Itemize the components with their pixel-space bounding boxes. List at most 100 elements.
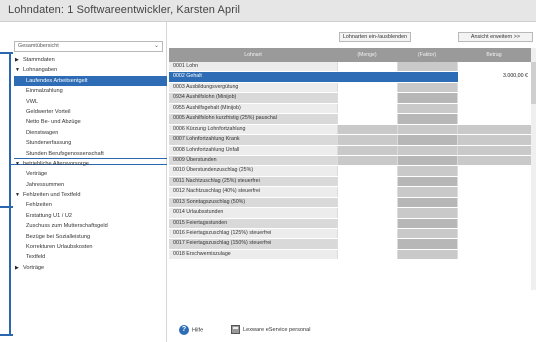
cell-menge[interactable] <box>337 197 397 208</box>
cell-faktor[interactable] <box>397 135 457 145</box>
tree-item[interactable]: Verträge <box>14 169 167 179</box>
cell-betrag[interactable] <box>457 93 531 103</box>
caret-down-icon[interactable]: ▼ <box>15 65 23 75</box>
table-row[interactable]: 0016 Feiertagszuschlag (125%) steuerfrei <box>169 229 536 240</box>
cell-faktor[interactable] <box>397 229 457 239</box>
tree-item[interactable]: Geldwerter Vorteil <box>14 107 167 117</box>
cell-betrag[interactable] <box>457 62 531 72</box>
cell-menge[interactable] <box>337 166 397 176</box>
tree-item[interactable]: Textfeld <box>14 252 167 262</box>
cell-lohnart[interactable]: 0012 Nachtzuschlag (40%) steuerfrei <box>169 187 337 197</box>
cell-betrag[interactable] <box>457 208 531 218</box>
cell-lohnart[interactable]: 0013 Sonntagszuschlag (50%) <box>169 197 337 208</box>
cell-lohnart[interactable]: 0011 Nachtzuschlag (25%) steuerfrei <box>169 176 337 187</box>
tree-item[interactable]: Netto Be- und Abzüge <box>14 117 167 127</box>
tree-item[interactable]: VWL <box>14 97 167 107</box>
cell-betrag[interactable] <box>457 166 531 176</box>
cell-menge[interactable] <box>337 114 397 124</box>
cell-menge[interactable] <box>337 82 397 93</box>
cell-betrag[interactable] <box>457 176 531 187</box>
table-row[interactable]: 0007 Lohnfortzahlung Krank <box>169 135 536 146</box>
cell-betrag[interactable] <box>457 124 531 135</box>
tree-item[interactable]: Einmalzahlung <box>14 86 167 96</box>
cell-faktor[interactable] <box>397 176 457 187</box>
table-row[interactable]: 0013 Sonntagszuschlag (50%) <box>169 197 536 209</box>
cell-menge[interactable] <box>337 187 397 197</box>
tree-category[interactable]: ▼ Fehlzeiten und Textfeld <box>14 190 167 200</box>
column-header-lohnart[interactable]: Lohnart <box>169 48 337 62</box>
cell-betrag[interactable]: 3.000,00 € <box>457 72 531 82</box>
table-row[interactable]: 0018 Erschwerniszulage <box>169 249 536 261</box>
cell-lohnart[interactable]: 0015 Feiertagsstunden <box>169 218 337 228</box>
cell-betrag[interactable] <box>457 187 531 197</box>
table-row[interactable]: 0006 Kürzung Lohnfortzahlung <box>169 124 536 136</box>
column-header-menge[interactable]: (Menge) <box>337 48 397 62</box>
table-row[interactable]: 0002 Gehalt 3.000,00 € <box>169 72 536 83</box>
column-header-betrag[interactable]: Betrag <box>457 48 531 62</box>
cell-betrag[interactable] <box>457 145 531 155</box>
cell-menge[interactable] <box>337 208 397 218</box>
column-header-faktor[interactable]: (Faktor) <box>397 48 457 62</box>
tree-item[interactable]: Zuschuss zum Mutterschaftsgeld <box>14 221 167 231</box>
cell-lohnart[interactable]: 0018 Erschwerniszulage <box>169 249 337 260</box>
cell-faktor[interactable] <box>397 197 457 208</box>
cell-lohnart[interactable]: 0955 Aushilfsgehalt (Minijob) <box>169 103 337 114</box>
cell-betrag[interactable] <box>457 135 531 145</box>
cell-lohnart[interactable]: 0005 Aushilfslohn kurzfristig (25%) paus… <box>169 114 337 124</box>
tree-item[interactable]: Stundenerfassung <box>14 138 167 148</box>
table-row[interactable]: 0015 Feiertagsstunden <box>169 218 536 229</box>
cell-lohnart[interactable]: 0003 Ausbildungsvergütung <box>169 82 337 93</box>
cell-faktor[interactable] <box>397 62 457 72</box>
cell-lohnart[interactable]: 0008 Lohnfortzahlung Unfall <box>169 145 337 155</box>
cell-lohnart[interactable]: 0001 Lohn <box>169 62 337 72</box>
table-row[interactable]: 0012 Nachtzuschlag (40%) steuerfrei <box>169 187 536 198</box>
table-row[interactable]: 0003 Ausbildungsvergütung <box>169 82 536 94</box>
tree-item[interactable]: Bezüge bei Sozialleistung <box>14 232 167 242</box>
cell-menge[interactable] <box>337 249 397 260</box>
cell-faktor[interactable] <box>397 103 457 114</box>
cell-menge[interactable] <box>337 135 397 145</box>
cell-faktor[interactable] <box>397 166 457 176</box>
table-row[interactable]: 0001 Lohn <box>169 62 536 73</box>
table-row[interactable]: 0010 Überstundenzuschlag (25%) <box>169 166 536 177</box>
cell-lohnart[interactable]: 0007 Lohnfortzahlung Krank <box>169 135 337 145</box>
caret-down-icon[interactable]: ▼ <box>15 190 23 200</box>
cell-faktor[interactable] <box>397 114 457 124</box>
cell-faktor[interactable] <box>397 239 457 249</box>
cell-betrag[interactable] <box>457 218 531 228</box>
cell-betrag[interactable] <box>457 114 531 124</box>
cell-menge[interactable] <box>337 229 397 239</box>
cell-faktor[interactable] <box>397 124 457 135</box>
cell-betrag[interactable] <box>457 229 531 239</box>
cell-faktor[interactable] <box>397 187 457 197</box>
cell-menge[interactable] <box>337 93 397 103</box>
caret-down-icon[interactable]: ▼ <box>15 159 23 169</box>
cell-faktor[interactable] <box>397 208 457 218</box>
tree-item[interactable]: Erstattung U1 / U2 <box>14 211 167 221</box>
caret-right-icon[interactable]: ▶ <box>15 55 23 65</box>
cell-betrag[interactable] <box>457 197 531 208</box>
table-row[interactable]: 0009 Überstunden <box>169 155 536 167</box>
table-row[interactable]: 0011 Nachtzuschlag (25%) steuerfrei <box>169 176 536 188</box>
cell-menge[interactable] <box>337 62 397 72</box>
cell-menge[interactable] <box>337 124 397 135</box>
tree-item[interactable]: Korrekturen Urlaubskosten <box>14 242 167 252</box>
cell-betrag[interactable] <box>457 103 531 114</box>
table-row[interactable]: 0014 Urlaubsstunden <box>169 208 536 219</box>
cell-lohnart[interactable]: 0934 Aushilfslohn (Minijob) <box>169 93 337 103</box>
cell-lohnart[interactable]: 0016 Feiertagszuschlag (125%) steuerfrei <box>169 229 337 239</box>
cell-betrag[interactable] <box>457 239 531 249</box>
cell-menge[interactable] <box>337 176 397 187</box>
cell-menge[interactable] <box>337 145 397 155</box>
cell-menge[interactable] <box>337 72 397 82</box>
cell-lohnart[interactable]: 0010 Überstundenzuschlag (25%) <box>169 166 337 176</box>
table-row[interactable]: 0008 Lohnfortzahlung Unfall <box>169 145 536 156</box>
cell-faktor[interactable] <box>397 93 457 103</box>
cell-lohnart[interactable]: 0002 Gehalt <box>169 72 337 82</box>
cell-betrag[interactable] <box>457 155 531 166</box>
tree-item[interactable]: Fehlzeiten <box>14 200 167 210</box>
tree-category[interactable]: ▶ Vorträge <box>14 263 167 273</box>
tree-category[interactable]: ▼ Lohnangaben <box>14 65 167 75</box>
cell-lohnart[interactable]: 0006 Kürzung Lohnfortzahlung <box>169 124 337 135</box>
table-row[interactable]: 0955 Aushilfsgehalt (Minijob) <box>169 103 536 115</box>
